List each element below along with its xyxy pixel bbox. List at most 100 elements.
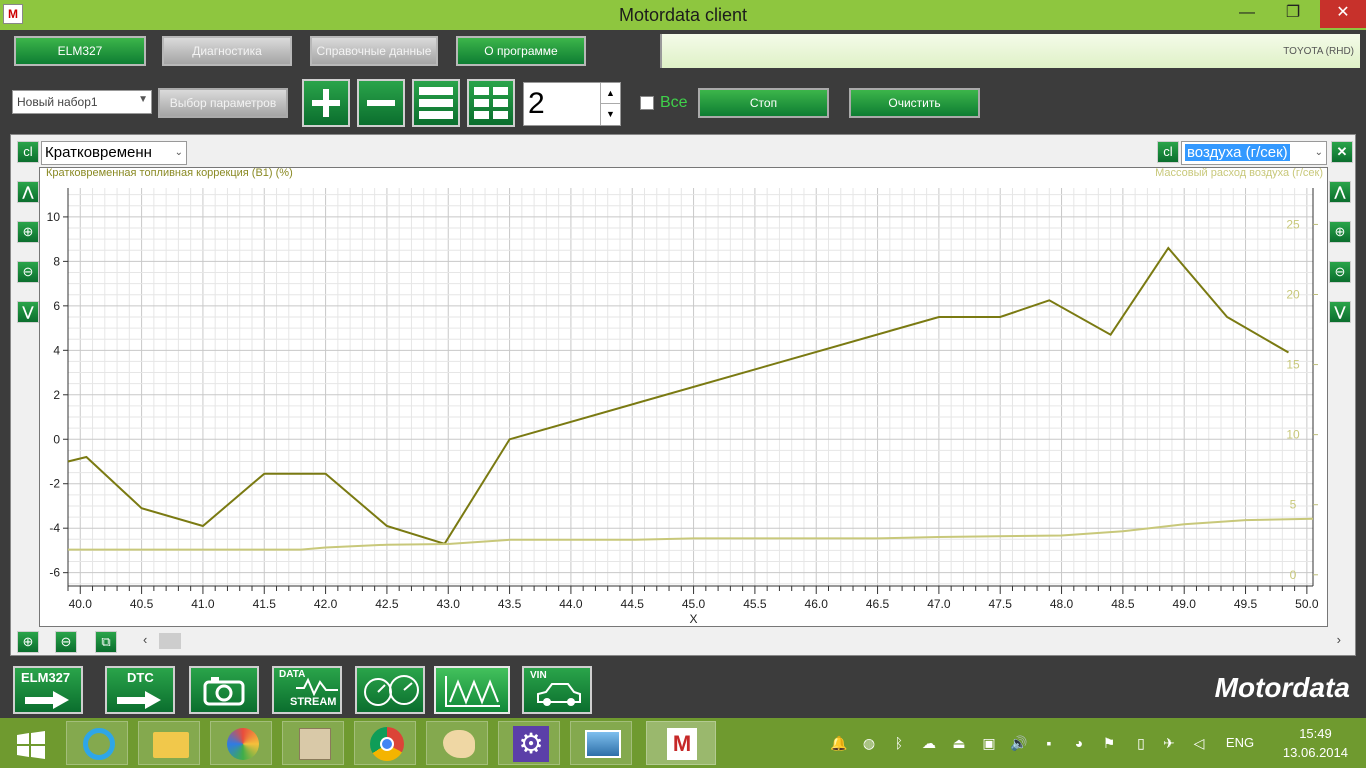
scroll-right-icon[interactable]: › — [1337, 632, 1341, 647]
taskbar-chrome[interactable] — [354, 721, 416, 765]
chevron-down-icon: ⌄ — [174, 147, 183, 158]
motordata-icon: M — [667, 728, 697, 760]
left-parameter-select[interactable]: Кратковременн ⌄ — [41, 141, 187, 165]
speaker-icon[interactable]: 🔊 — [1008, 732, 1030, 754]
x-tick-label: 43.5 — [498, 597, 522, 611]
left-axis-label: Кратковременная топливная коррекция (B1)… — [46, 168, 293, 179]
clear-button[interactable]: Очистить — [849, 88, 980, 118]
clock[interactable]: 15:49 13.06.2014 — [1283, 724, 1348, 762]
graph-icon — [445, 676, 500, 707]
taskbar-ie[interactable] — [66, 721, 128, 765]
cloud-warning-icon[interactable]: ☁ — [918, 732, 940, 754]
nav-dtc-button[interactable]: DTC — [105, 666, 175, 714]
camera-icon — [203, 677, 245, 706]
left-scroll-down-button[interactable]: ⋁ — [17, 301, 39, 323]
minus-icon — [367, 100, 395, 106]
car-info-panel: TOYOTA (RHD) — [660, 34, 1360, 68]
gauges-icon — [364, 675, 419, 706]
notification-icon[interactable]: 🔔 — [828, 732, 850, 754]
select-parameters-button[interactable]: Выбор параметров — [158, 88, 288, 118]
taskbar-photos[interactable] — [570, 721, 632, 765]
x-tick-label: 40.0 — [69, 597, 93, 611]
left-zoom-in-button[interactable]: ⊕ — [17, 221, 39, 243]
nav-data-stream-button[interactable]: DATA STREAM — [272, 666, 342, 714]
monitor-icon[interactable]: ▣ — [978, 732, 1000, 754]
zoom-out-icon: ⊖ — [60, 634, 72, 649]
single-column-layout-button[interactable] — [412, 79, 460, 127]
crop-icon: ⧉ — [101, 634, 111, 649]
tab-diagnostics[interactable]: Диагностика — [162, 36, 292, 66]
single-column-icon — [419, 87, 453, 119]
stepper-down-icon[interactable]: ▼ — [600, 104, 620, 125]
stop-button[interactable]: Стоп — [698, 88, 829, 118]
stepper-up-icon[interactable]: ▲ — [600, 83, 620, 104]
airplane-icon[interactable]: ✈ — [1158, 732, 1180, 754]
x-tick-label: 47.0 — [927, 597, 951, 611]
x-zoom-in-button[interactable]: ⊕ — [17, 631, 39, 653]
scroll-thumb[interactable] — [159, 633, 181, 649]
taskbar-settings[interactable]: ⚙ — [498, 721, 560, 765]
close-icon: ✕ — [1336, 144, 1348, 159]
volume-icon[interactable]: ◁ — [1188, 732, 1210, 754]
chrome-icon — [370, 727, 404, 761]
tab-reference-data[interactable]: Справочные данные — [310, 36, 438, 66]
left-cl-button[interactable]: cl — [17, 141, 39, 163]
x-tick-label: 50.0 — [1295, 597, 1319, 611]
grid-layout-button[interactable] — [467, 79, 515, 127]
scroll-left-icon[interactable]: ‹ — [143, 632, 147, 647]
right-scroll-up-button[interactable]: ⋀ — [1329, 181, 1351, 203]
usb-icon[interactable]: ⏏ — [948, 732, 970, 754]
right-parameter-select[interactable]: воздуха (г/сек) ⌄ — [1181, 141, 1327, 165]
tab-about[interactable]: О программе — [456, 36, 586, 66]
nav-elm327-button[interactable]: ELM327 — [13, 666, 83, 714]
add-chart-button[interactable] — [302, 79, 350, 127]
title-bar: M Motordata client — ❐ ✕ — [0, 0, 1366, 30]
left-zoom-out-button[interactable]: ⊖ — [17, 261, 39, 283]
nav-vin-button[interactable]: VIN — [522, 666, 592, 714]
x-tick-label: 42.5 — [375, 597, 399, 611]
parameter-set-select[interactable]: Новый набор1 ▼ — [12, 90, 152, 114]
taskbar-media[interactable] — [210, 721, 272, 765]
right-parameter-value: воздуха (г/сек) — [1185, 144, 1290, 161]
maximize-button[interactable]: ❐ — [1270, 0, 1316, 28]
zoom-out-icon: ⊖ — [1334, 264, 1346, 279]
nav-camera-button[interactable] — [189, 666, 259, 714]
network-globe-icon[interactable]: ◍ — [858, 732, 880, 754]
tab-elm327[interactable]: ELM327 — [14, 36, 146, 66]
right-tick-label: 10 — [1286, 428, 1300, 442]
taskbar-tools[interactable] — [282, 721, 344, 765]
start-button[interactable] — [0, 721, 62, 765]
taskbar-explorer[interactable] — [138, 721, 200, 765]
nav-graph-button[interactable] — [434, 666, 510, 714]
x-tick-label: 46.0 — [805, 597, 829, 611]
right-zoom-in-button[interactable]: ⊕ — [1329, 221, 1351, 243]
taskbar-motordata[interactable]: M — [646, 721, 716, 765]
left-tick-label: 2 — [53, 388, 60, 402]
right-scroll-down-button[interactable]: ⋁ — [1329, 301, 1351, 323]
display-icon[interactable]: ▪ — [1038, 732, 1060, 754]
right-zoom-out-button[interactable]: ⊖ — [1329, 261, 1351, 283]
left-scroll-up-button[interactable]: ⋀ — [17, 181, 39, 203]
x-tick-label: 44.0 — [559, 597, 583, 611]
close-button[interactable]: ✕ — [1320, 0, 1366, 28]
taskbar-paint[interactable] — [426, 721, 488, 765]
all-checkbox[interactable] — [640, 96, 654, 110]
chevron-down-icon: ⌄ — [1314, 147, 1323, 158]
flag-icon[interactable]: ⚑ — [1098, 732, 1120, 754]
arrow-right-icon — [117, 691, 161, 709]
bluetooth-icon[interactable]: ᛒ — [888, 732, 910, 754]
battery-icon[interactable]: ▯ — [1130, 732, 1152, 754]
chart-count-stepper[interactable]: 2 ▲ ▼ — [523, 82, 621, 126]
panda-icon[interactable]: ◕ — [1068, 732, 1090, 754]
fit-view-button[interactable]: ⧉ — [95, 631, 117, 653]
horizontal-scrollbar[interactable]: ‹ › — [137, 631, 1347, 651]
toolbar: Новый набор1 ▼ Выбор параметров 2 ▲ ▼ Вс… — [0, 74, 1366, 132]
x-zoom-out-button[interactable]: ⊖ — [55, 631, 77, 653]
nav-gauges-button[interactable] — [355, 666, 425, 714]
remove-chart-button[interactable] — [357, 79, 405, 127]
right-cl-button[interactable]: cl — [1157, 141, 1179, 163]
language-indicator[interactable]: ENG — [1222, 732, 1258, 754]
minimize-button[interactable]: — — [1224, 0, 1270, 28]
close-chart-button[interactable]: ✕ — [1331, 141, 1353, 163]
line-chart[interactable]: 40.0 40.5 41.0 41.5 42.0 42.5 43.0 43.5 44.0 44.5… — [40, 167, 1327, 626]
